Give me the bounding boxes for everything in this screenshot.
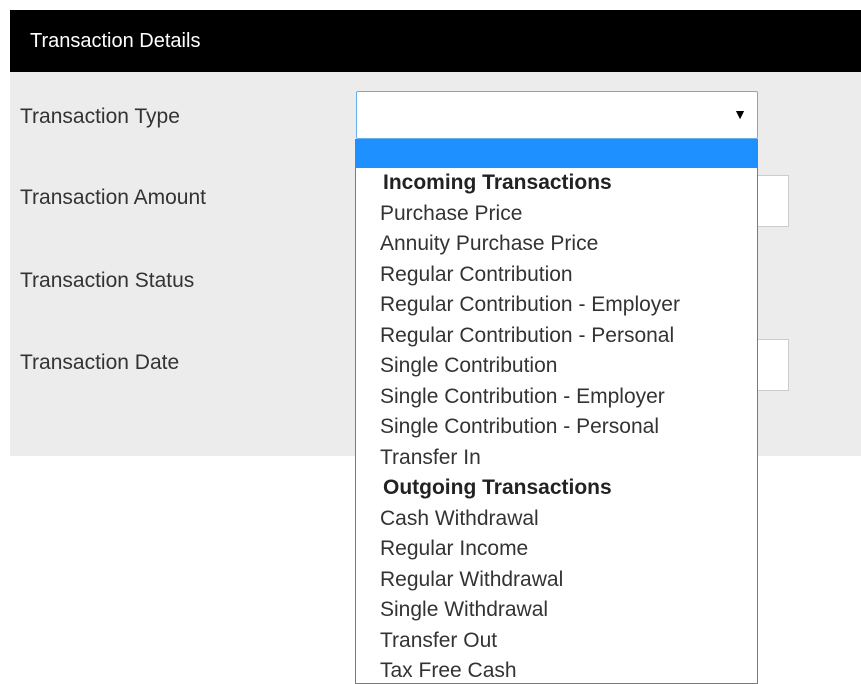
optgroup-outgoing: Outgoing Transactions: [383, 476, 612, 499]
option-regular-contribution[interactable]: Regular Contribution: [356, 260, 757, 291]
option-regular-contribution-personal[interactable]: Regular Contribution - Personal: [356, 321, 757, 352]
transaction-type-select[interactable]: ▼: [356, 91, 758, 139]
option-annuity-purchase-price[interactable]: Annuity Purchase Price: [356, 229, 757, 260]
option-purchase-price[interactable]: Purchase Price: [356, 199, 757, 230]
caret-down-icon[interactable]: ▼: [733, 106, 747, 122]
option-single-contribution-personal[interactable]: Single Contribution - Personal: [356, 412, 757, 443]
option-cash-withdrawal[interactable]: Cash Withdrawal: [356, 504, 757, 535]
option-single-contribution-employer[interactable]: Single Contribution - Employer: [356, 382, 757, 413]
transaction-type-dropdown: Incoming Transactions Purchase Price Ann…: [355, 139, 758, 684]
optgroup-incoming: Incoming Transactions: [383, 171, 612, 194]
empty-option-highlighted[interactable]: [356, 139, 757, 168]
option-regular-income[interactable]: Regular Income: [356, 534, 757, 565]
option-regular-contribution-employer[interactable]: Regular Contribution - Employer: [356, 290, 757, 321]
transaction-status-label: Transaction Status: [20, 269, 195, 292]
transaction-date-label: Transaction Date: [20, 351, 180, 374]
option-regular-withdrawal[interactable]: Regular Withdrawal: [356, 565, 757, 596]
option-transfer-out[interactable]: Transfer Out: [356, 626, 757, 657]
transaction-type-label: Transaction Type: [20, 105, 180, 128]
panel-title: Transaction Details: [10, 10, 861, 72]
option-single-contribution[interactable]: Single Contribution: [356, 351, 757, 382]
transaction-amount-label: Transaction Amount: [20, 186, 206, 209]
option-transfer-in[interactable]: Transfer In: [356, 443, 757, 474]
option-single-withdrawal[interactable]: Single Withdrawal: [356, 595, 757, 626]
